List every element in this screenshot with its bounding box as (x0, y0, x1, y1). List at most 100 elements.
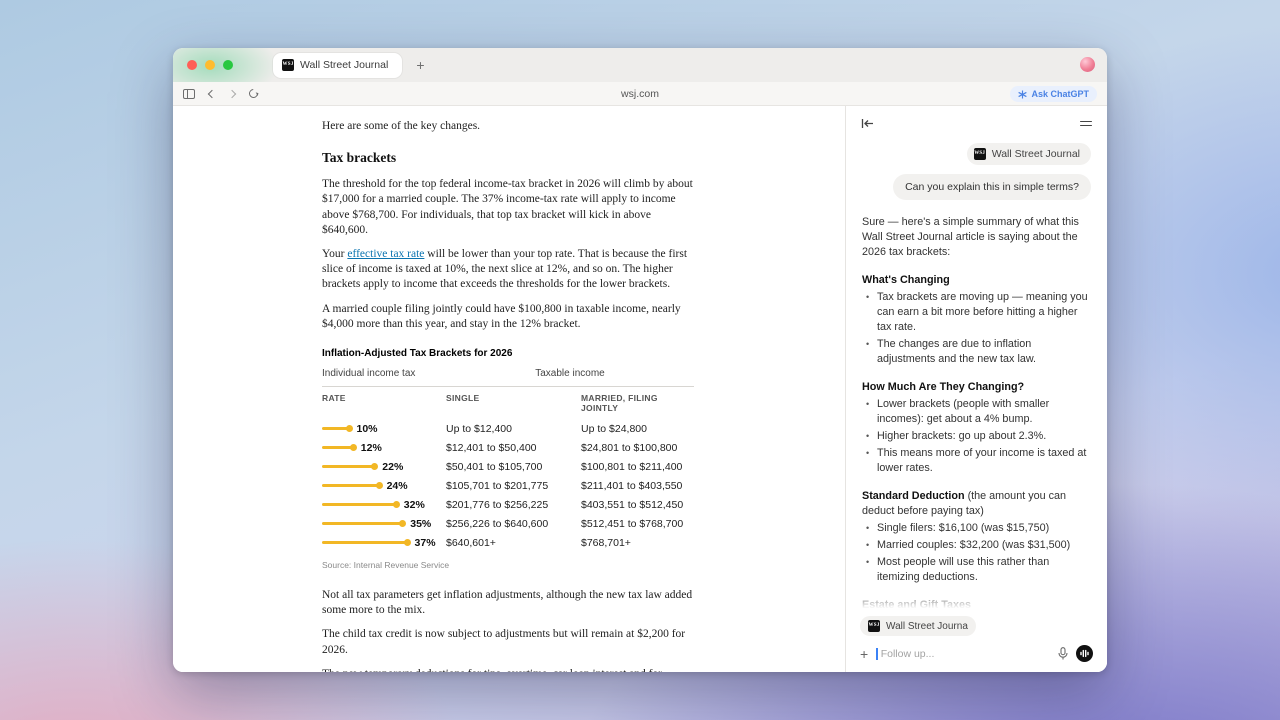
bullet-item: •The changes are due to inflation adjust… (862, 337, 1091, 367)
minimize-window-button[interactable] (205, 60, 215, 70)
table-row: 32% $201,776 to $256,225 $403,551 to $51… (322, 495, 694, 514)
single-range: $640,601+ (446, 537, 581, 549)
table-row: 10% Up to $12,400 Up to $24,800 (322, 419, 694, 438)
bullet-item: •Married couples: $32,200 (was $31,500) (862, 538, 1091, 553)
rate-bar (322, 541, 408, 544)
single-range: Up to $12,400 (446, 423, 581, 435)
rate-value: 10% (357, 423, 378, 435)
sidebar-toggle-icon[interactable] (183, 89, 195, 99)
sidebar-menu-icon[interactable] (1080, 121, 1092, 127)
ask-chatgpt-button[interactable]: Ask ChatGPT (1010, 86, 1097, 102)
group-header-taxable: Taxable income (446, 368, 694, 379)
married-range: $211,401 to $403,550 (581, 480, 694, 492)
column-header-single: SINGLE (446, 393, 581, 413)
followup-input[interactable]: Follow up... (876, 648, 1050, 660)
column-header-rate: RATE (322, 393, 446, 413)
rate-bar (322, 484, 380, 487)
effective-tax-rate-link[interactable]: effective tax rate (347, 248, 424, 260)
chart-column-headers: RATE SINGLE MARRIED, FILING JOINTLY (322, 393, 694, 413)
back-button[interactable] (208, 89, 216, 97)
response-section: Estate and Gift Taxes •Estate tax exclus… (862, 598, 1091, 613)
table-row: 24% $105,701 to $201,775 $211,401 to $40… (322, 476, 694, 495)
table-row: 12% $12,401 to $50,400 $24,801 to $100,8… (322, 438, 694, 457)
rate-value: 24% (387, 480, 408, 492)
context-chip-label: Wall Street Journal (992, 148, 1080, 160)
assistant-response: Sure — here's a simple summary of what t… (862, 215, 1091, 613)
article-paragraph: The threshold for the top federal income… (322, 177, 694, 238)
forward-button[interactable] (228, 89, 236, 97)
response-section: What's Changing •Tax brackets are moving… (862, 273, 1091, 367)
wsj-favicon-icon: WSJ (282, 59, 294, 71)
single-range: $12,401 to $50,400 (446, 442, 581, 454)
response-intro: Sure — here's a simple summary of what t… (862, 215, 1091, 260)
maximize-window-button[interactable] (223, 60, 233, 70)
married-range: $100,801 to $211,400 (581, 461, 694, 473)
article-paragraph: A married couple filing jointly could ha… (322, 302, 694, 332)
article-page: Here are some of the key changes. Tax br… (173, 106, 845, 672)
section-heading: What's Changing (862, 274, 950, 286)
profile-avatar[interactable] (1080, 57, 1095, 72)
table-row: 35% $256,226 to $640,600 $512,451 to $76… (322, 514, 694, 533)
single-range: $50,401 to $105,700 (446, 461, 581, 473)
married-range: $512,451 to $768,700 (581, 518, 694, 530)
bullet-item: •Higher brackets: go up about 2.3%. (862, 429, 1091, 444)
rate-value: 37% (415, 537, 436, 549)
browser-tab-wsj[interactable]: WSJ Wall Street Journal (273, 53, 402, 78)
paragraph-text: Your (322, 248, 347, 260)
single-range: $256,226 to $640,600 (446, 518, 581, 530)
voice-mode-button[interactable] (1076, 645, 1093, 662)
article-paragraph: Your effective tax rate will be lower th… (322, 247, 694, 293)
context-chip-wsj[interactable]: WSJ Wall Street Journal (967, 143, 1091, 165)
chart-source: Source: Internal Revenue Service (322, 560, 694, 570)
married-range: $768,701+ (581, 537, 694, 549)
married-range: $403,551 to $512,450 (581, 499, 694, 511)
article-paragraph: Not all tax parameters get inflation adj… (322, 588, 694, 618)
add-attachment-button[interactable]: + (860, 647, 868, 661)
column-header-married: MARRIED, FILING JOINTLY (581, 393, 694, 413)
collapse-sidebar-icon[interactable] (861, 118, 874, 129)
tax-bracket-chart: Inflation-Adjusted Tax Brackets for 2026… (322, 348, 694, 570)
bullet-item: •Lower brackets (people with smaller inc… (862, 397, 1091, 427)
rate-value: 32% (404, 499, 425, 511)
conversation-scroll[interactable]: WSJ Wall Street Journal Can you explain … (846, 141, 1107, 613)
bullet-item: •Tax brackets are moving up — meaning yo… (862, 290, 1091, 335)
reload-button[interactable] (247, 87, 260, 100)
section-heading: Estate and Gift Taxes (862, 599, 971, 611)
chart-group-headers: Individual income tax Taxable income (322, 368, 694, 387)
microphone-icon[interactable] (1058, 647, 1068, 660)
ask-chatgpt-label: Ask ChatGPT (1031, 89, 1089, 99)
composer-chip-label: Wall Street Journal (886, 621, 968, 632)
rate-value: 35% (410, 518, 431, 530)
response-section: Standard Deduction (the amount you can d… (862, 489, 1091, 585)
chatgpt-sidebar: WSJ Wall Street Journal Can you explain … (845, 106, 1107, 672)
article-paragraph: The child tax credit is now subject to a… (322, 627, 694, 657)
wsj-favicon-icon: WSJ (974, 148, 986, 160)
table-row: 37% $640,601+ $768,701+ (322, 533, 694, 552)
married-range: Up to $24,800 (581, 423, 694, 435)
rate-bar (322, 522, 403, 525)
rate-bar (322, 465, 375, 468)
wsj-favicon-icon: WSJ (868, 620, 880, 632)
composer-context-chip[interactable]: WSJ Wall Street Journal (860, 616, 976, 636)
section-heading: How Much Are They Changing? (862, 381, 1024, 393)
user-message: Can you explain this in simple terms? (893, 174, 1091, 200)
bullet-item: •This means more of your income is taxed… (862, 446, 1091, 476)
rate-value: 12% (361, 442, 382, 454)
single-range: $201,776 to $256,225 (446, 499, 581, 511)
close-window-button[interactable] (187, 60, 197, 70)
tab-bar: WSJ Wall Street Journal + (173, 48, 1107, 82)
input-placeholder: Follow up... (881, 648, 935, 660)
chart-title: Inflation-Adjusted Tax Brackets for 2026 (322, 348, 694, 359)
group-header-individual: Individual income tax (322, 368, 446, 379)
table-row: 22% $50,401 to $105,700 $100,801 to $211… (322, 457, 694, 476)
new-tab-button[interactable]: + (416, 58, 424, 72)
article-heading-tax-brackets: Tax brackets (322, 150, 694, 166)
rate-bar (322, 446, 354, 449)
article-paragraph: The new temporary deductions for tips, o… (322, 667, 694, 672)
rate-bar (322, 503, 397, 506)
married-range: $24,801 to $100,800 (581, 442, 694, 454)
bullet-item: •Most people will use this rather than i… (862, 555, 1091, 585)
url-bar[interactable]: wsj.com (173, 88, 1107, 100)
single-range: $105,701 to $201,775 (446, 480, 581, 492)
response-section: How Much Are They Changing? •Lower brack… (862, 380, 1091, 476)
